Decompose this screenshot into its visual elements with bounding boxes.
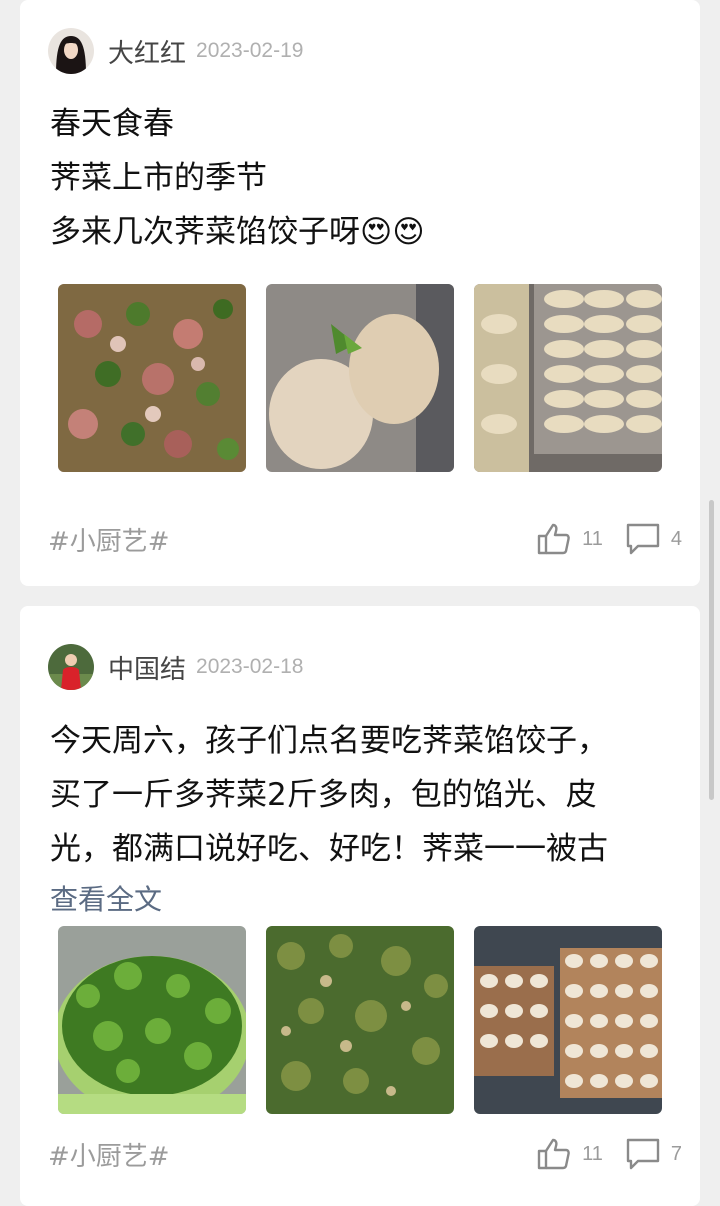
post-text[interactable]: 今天周六，孩子们点名要吃荠菜馅饺子， 买了一斤多荠菜2斤多肉，包的馅光、皮 光，… [50,714,678,876]
thumbs-up-icon [537,1138,570,1170]
post-text-line: 光，都满口说好吃、好吃！荠菜一一被古 [50,831,608,867]
comment-icon [626,523,660,555]
dumplings-board-photo[interactable] [474,926,662,1114]
post-card[interactable]: 大红红 2023-02-19 春天食春 荠菜上市的季节 多来几次荠菜馅饺子呀😍😍 [20,0,700,586]
photo-grid [58,926,662,1114]
post-header: 大红红 2023-02-19 [48,27,303,75]
dumpling-trays-photo[interactable] [474,284,662,472]
avatar[interactable] [48,644,94,690]
like-count: 11 [582,1142,603,1165]
post-text-line: 荠菜上市的季节 [50,160,267,196]
post-text-line: 今天周六，孩子们点名要吃荠菜馅饺子， [50,723,608,759]
heart-eyes-emoji: 😍😍 [360,214,425,250]
avatar[interactable] [48,28,94,74]
post-text[interactable]: 春天食春 荠菜上市的季节 多来几次荠菜馅饺子呀😍😍 [50,97,678,259]
author-name[interactable]: 大红红 [108,33,186,70]
post-header: 中国结 2023-02-18 [48,643,303,691]
comment-count: 4 [670,527,682,550]
post-footer: #小厨艺# 11 4 [48,519,682,559]
flour-bags-photo[interactable] [266,284,454,472]
author-name[interactable]: 中国结 [108,649,186,686]
post-date: 2023-02-19 [196,39,304,62]
post-text-line: 春天食春 [50,106,174,142]
scrollbar[interactable] [709,500,714,800]
comment-button[interactable]: 7 [625,1137,682,1171]
comment-count: 7 [670,1142,682,1165]
shepherds-purse-basin-photo[interactable] [58,926,246,1114]
topic-tag[interactable]: #小厨艺# [48,521,514,558]
comment-icon [626,1138,660,1170]
thumbs-up-icon [537,523,570,555]
like-button[interactable]: 11 [536,521,603,557]
comment-button[interactable]: 4 [625,522,682,556]
topic-tag[interactable]: #小厨艺# [48,1136,514,1173]
post-text-line-content: 多来几次荠菜馅饺子呀 [50,214,360,250]
like-button[interactable]: 11 [536,1136,603,1172]
read-full-text-link[interactable]: 查看全文 [50,878,162,918]
like-count: 11 [582,527,603,550]
photo-grid [58,284,662,472]
post-date: 2023-02-18 [196,655,304,678]
post-card[interactable]: 中国结 2023-02-18 今天周六，孩子们点名要吃荠菜馅饺子， 买了一斤多荠… [20,606,700,1206]
raw-filling-photo[interactable] [58,284,246,472]
chopped-greens-photo[interactable] [266,926,454,1114]
post-footer: #小厨艺# 11 7 [48,1134,682,1174]
post-text-line: 买了一斤多荠菜2斤多肉，包的馅光、皮 [50,777,597,813]
post-text-line: 多来几次荠菜馅饺子呀😍😍 [50,205,678,259]
